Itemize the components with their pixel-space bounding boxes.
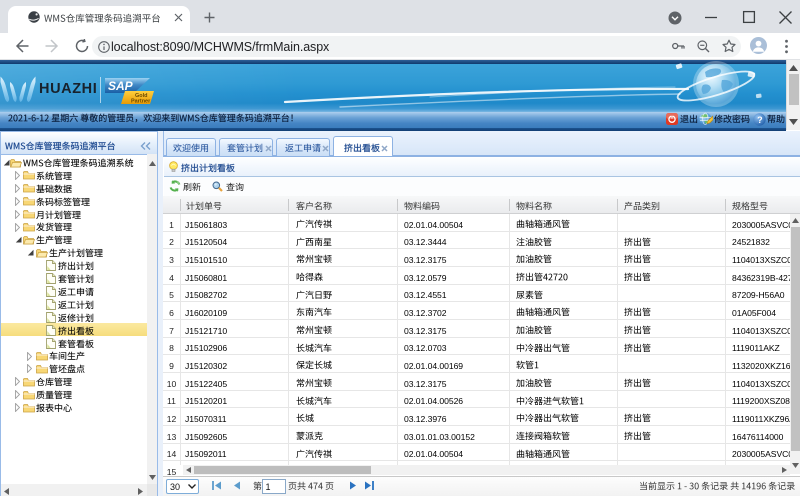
svg-text:SAP: SAP <box>108 79 134 93</box>
svg-text:Partner: Partner <box>131 99 151 105</box>
svg-text:?: ? <box>757 114 763 124</box>
